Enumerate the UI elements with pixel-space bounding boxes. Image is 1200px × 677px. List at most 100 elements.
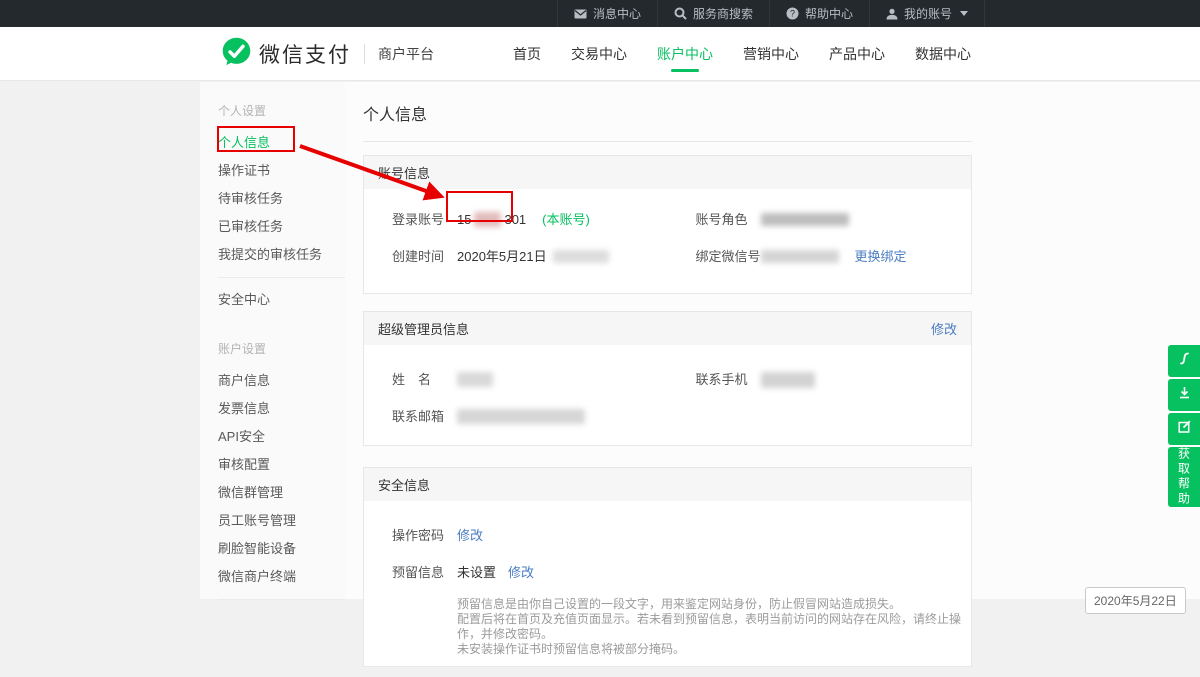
- edit-icon: [1177, 419, 1192, 439]
- sidebar-item-merchant-info[interactable]: 商户信息: [200, 367, 345, 395]
- sidebar-item-face-smart-device[interactable]: 刷脸智能设备: [200, 535, 345, 563]
- sidebar-item-wechat-merchant-terminal[interactable]: 微信商户终端: [200, 563, 345, 591]
- note-line: 预留信息是由你自己设置的一段文字，用来鉴定网站身份，防止假冒网站造成损失。: [457, 597, 971, 612]
- get-help-button[interactable]: 获取帮助: [1168, 447, 1200, 507]
- section-title: 账号信息: [378, 163, 430, 182]
- brand-divider: [364, 44, 365, 64]
- sidebar-header-personal-settings: 个人设置: [218, 102, 345, 119]
- topbar-item-label: 我的账号: [904, 5, 952, 22]
- edit-password-link[interactable]: 修改: [457, 526, 483, 545]
- note-line: 未安装操作证书时预留信息将被部分掩码。: [457, 642, 971, 657]
- nav-home[interactable]: 首页: [507, 27, 547, 80]
- redacted-admin-name: [457, 372, 493, 387]
- sidebar-divider: [218, 277, 345, 278]
- field-label: 姓 名: [392, 370, 457, 389]
- account-info-section: 账号信息 登录账号 15 301 (本账号) 账号角色 创建时间 2020年5月…: [363, 155, 972, 294]
- admin-email-row: 联系邮箱: [364, 398, 668, 435]
- sidebar-item-reviewed-tasks[interactable]: 已审核任务: [200, 213, 345, 241]
- operation-password-row: 操作密码 修改: [364, 517, 971, 554]
- nav-marketing-center[interactable]: 营销中心: [737, 27, 805, 80]
- page-title: 个人信息: [363, 82, 972, 125]
- sidebar-item-pending-review-tasks[interactable]: 待审核任务: [200, 185, 345, 213]
- topbar-my-account[interactable]: 我的账号: [869, 0, 985, 27]
- redacted-login-middle: [474, 212, 501, 227]
- sidebar-divider: [218, 599, 345, 600]
- nav-data-center[interactable]: 数据中心: [909, 27, 977, 80]
- field-label: 联系邮箱: [392, 407, 457, 426]
- edit-admin-link[interactable]: 修改: [931, 319, 957, 338]
- change-binding-link[interactable]: 更换绑定: [855, 247, 907, 266]
- redacted-wechat-id: [761, 250, 839, 263]
- main-content: 个人信息 账号信息 登录账号 15 301 (本账号) 账号角色 创建时间: [363, 82, 972, 599]
- login-account-row: 登录账号 15 301 (本账号): [364, 201, 668, 238]
- search-icon: [674, 7, 687, 20]
- sidebar-item-my-submitted-tasks[interactable]: 我提交的审核任务: [200, 241, 345, 269]
- admin-name-row: 姓 名: [364, 361, 668, 398]
- bound-wechat-row: 绑定微信号 更换绑定: [668, 238, 972, 275]
- feedback-button[interactable]: [1168, 413, 1200, 445]
- chevron-down-icon: [960, 11, 968, 16]
- sidebar-item-security-center[interactable]: 安全中心: [200, 286, 345, 314]
- user-icon: [886, 8, 898, 20]
- field-label: 账号角色: [696, 210, 761, 229]
- date-tooltip: 2020年5月22日: [1085, 587, 1186, 614]
- brand: 微信支付 商户平台: [221, 36, 434, 72]
- download-icon: [1177, 385, 1192, 405]
- security-info-section: 安全信息 操作密码 修改 预留信息 未设置 修改 预留信息是由你自己设置的一段文…: [363, 467, 972, 667]
- section-title: 安全信息: [378, 475, 430, 494]
- account-info-header: 账号信息: [364, 156, 971, 189]
- help-icon: ?: [786, 7, 799, 20]
- sidebar-item-operation-certificate[interactable]: 操作证书: [200, 157, 345, 185]
- redacted-admin-mobile: [761, 372, 815, 388]
- topbar: 消息中心 服务商搜索 ? 帮助中心 我的账号: [0, 0, 1200, 27]
- main-nav: 首页 交易中心 账户中心 营销中心 产品中心 数据中心: [507, 27, 977, 80]
- field-label: 预留信息: [392, 563, 457, 582]
- admin-mobile-row: 联系手机: [668, 361, 972, 398]
- topbar-help-center[interactable]: ? 帮助中心: [769, 0, 869, 27]
- topbar-item-label: 消息中心: [593, 5, 641, 22]
- section-title: 超级管理员信息: [378, 319, 469, 338]
- super-admin-header: 超级管理员信息 修改: [364, 312, 971, 345]
- nav-product-center[interactable]: 产品中心: [823, 27, 891, 80]
- topbar-item-label: 帮助中心: [805, 5, 853, 22]
- reserved-info-row: 预留信息 未设置 修改: [364, 554, 971, 591]
- nav-account-center[interactable]: 账户中心: [651, 27, 719, 80]
- header: 微信支付 商户平台 首页 交易中心 账户中心 营销中心 产品中心 数据中心: [0, 27, 1200, 81]
- login-account-value: 15 301 (本账号): [457, 210, 590, 229]
- created-date: 2020年5月21日: [457, 247, 547, 266]
- topbar-message-center[interactable]: 消息中心: [557, 0, 657, 27]
- sidebar-item-api-security[interactable]: API安全: [200, 423, 345, 451]
- field-label: 绑定微信号: [696, 247, 761, 266]
- sidebar: 个人设置 个人信息 操作证书 待审核任务 已审核任务 我提交的审核任务 安全中心…: [200, 82, 345, 599]
- share-link-button[interactable]: [1168, 345, 1200, 377]
- float-help-widget: 获取帮助: [1168, 345, 1200, 507]
- reserved-info-value: 未设置: [457, 563, 496, 582]
- brand-name: 微信支付: [259, 39, 351, 69]
- brand-subtitle: 商户平台: [378, 44, 434, 64]
- super-admin-section: 超级管理员信息 修改 姓 名 联系手机 联系邮箱: [363, 311, 972, 446]
- sidebar-item-staff-account-management[interactable]: 员工账号管理: [200, 507, 345, 535]
- edit-reserved-info-link[interactable]: 修改: [508, 563, 534, 582]
- sidebar-header-account-settings: 账户设置: [218, 340, 345, 357]
- sidebar-item-wechat-group-management[interactable]: 微信群管理: [200, 479, 345, 507]
- redacted-admin-email: [457, 409, 585, 424]
- sidebar-item-review-config[interactable]: 审核配置: [200, 451, 345, 479]
- redacted-created-time: [553, 250, 609, 263]
- field-label: 登录账号: [392, 210, 457, 229]
- account-role-row: 账号角色: [668, 201, 972, 238]
- created-time-row: 创建时间 2020年5月21日: [364, 238, 668, 275]
- sidebar-item-personal-info[interactable]: 个人信息: [200, 129, 345, 157]
- sidebar-item-invoice-info[interactable]: 发票信息: [200, 395, 345, 423]
- field-label: 联系手机: [696, 370, 761, 389]
- reserved-info-notes: 预留信息是由你自己设置的一段文字，用来鉴定网站身份，防止假冒网站造成损失。 配置…: [364, 597, 971, 657]
- topbar-service-provider-search[interactable]: 服务商搜索: [657, 0, 769, 27]
- redacted-account-role: [761, 213, 849, 226]
- svg-text:?: ?: [790, 9, 795, 19]
- login-suffix: 301: [504, 210, 526, 229]
- mail-icon: [574, 8, 587, 20]
- nav-transaction-center[interactable]: 交易中心: [565, 27, 633, 80]
- field-label: 创建时间: [392, 247, 457, 266]
- download-button[interactable]: [1168, 379, 1200, 411]
- wechat-pay-logo-icon: [221, 36, 252, 72]
- security-info-header: 安全信息: [364, 468, 971, 501]
